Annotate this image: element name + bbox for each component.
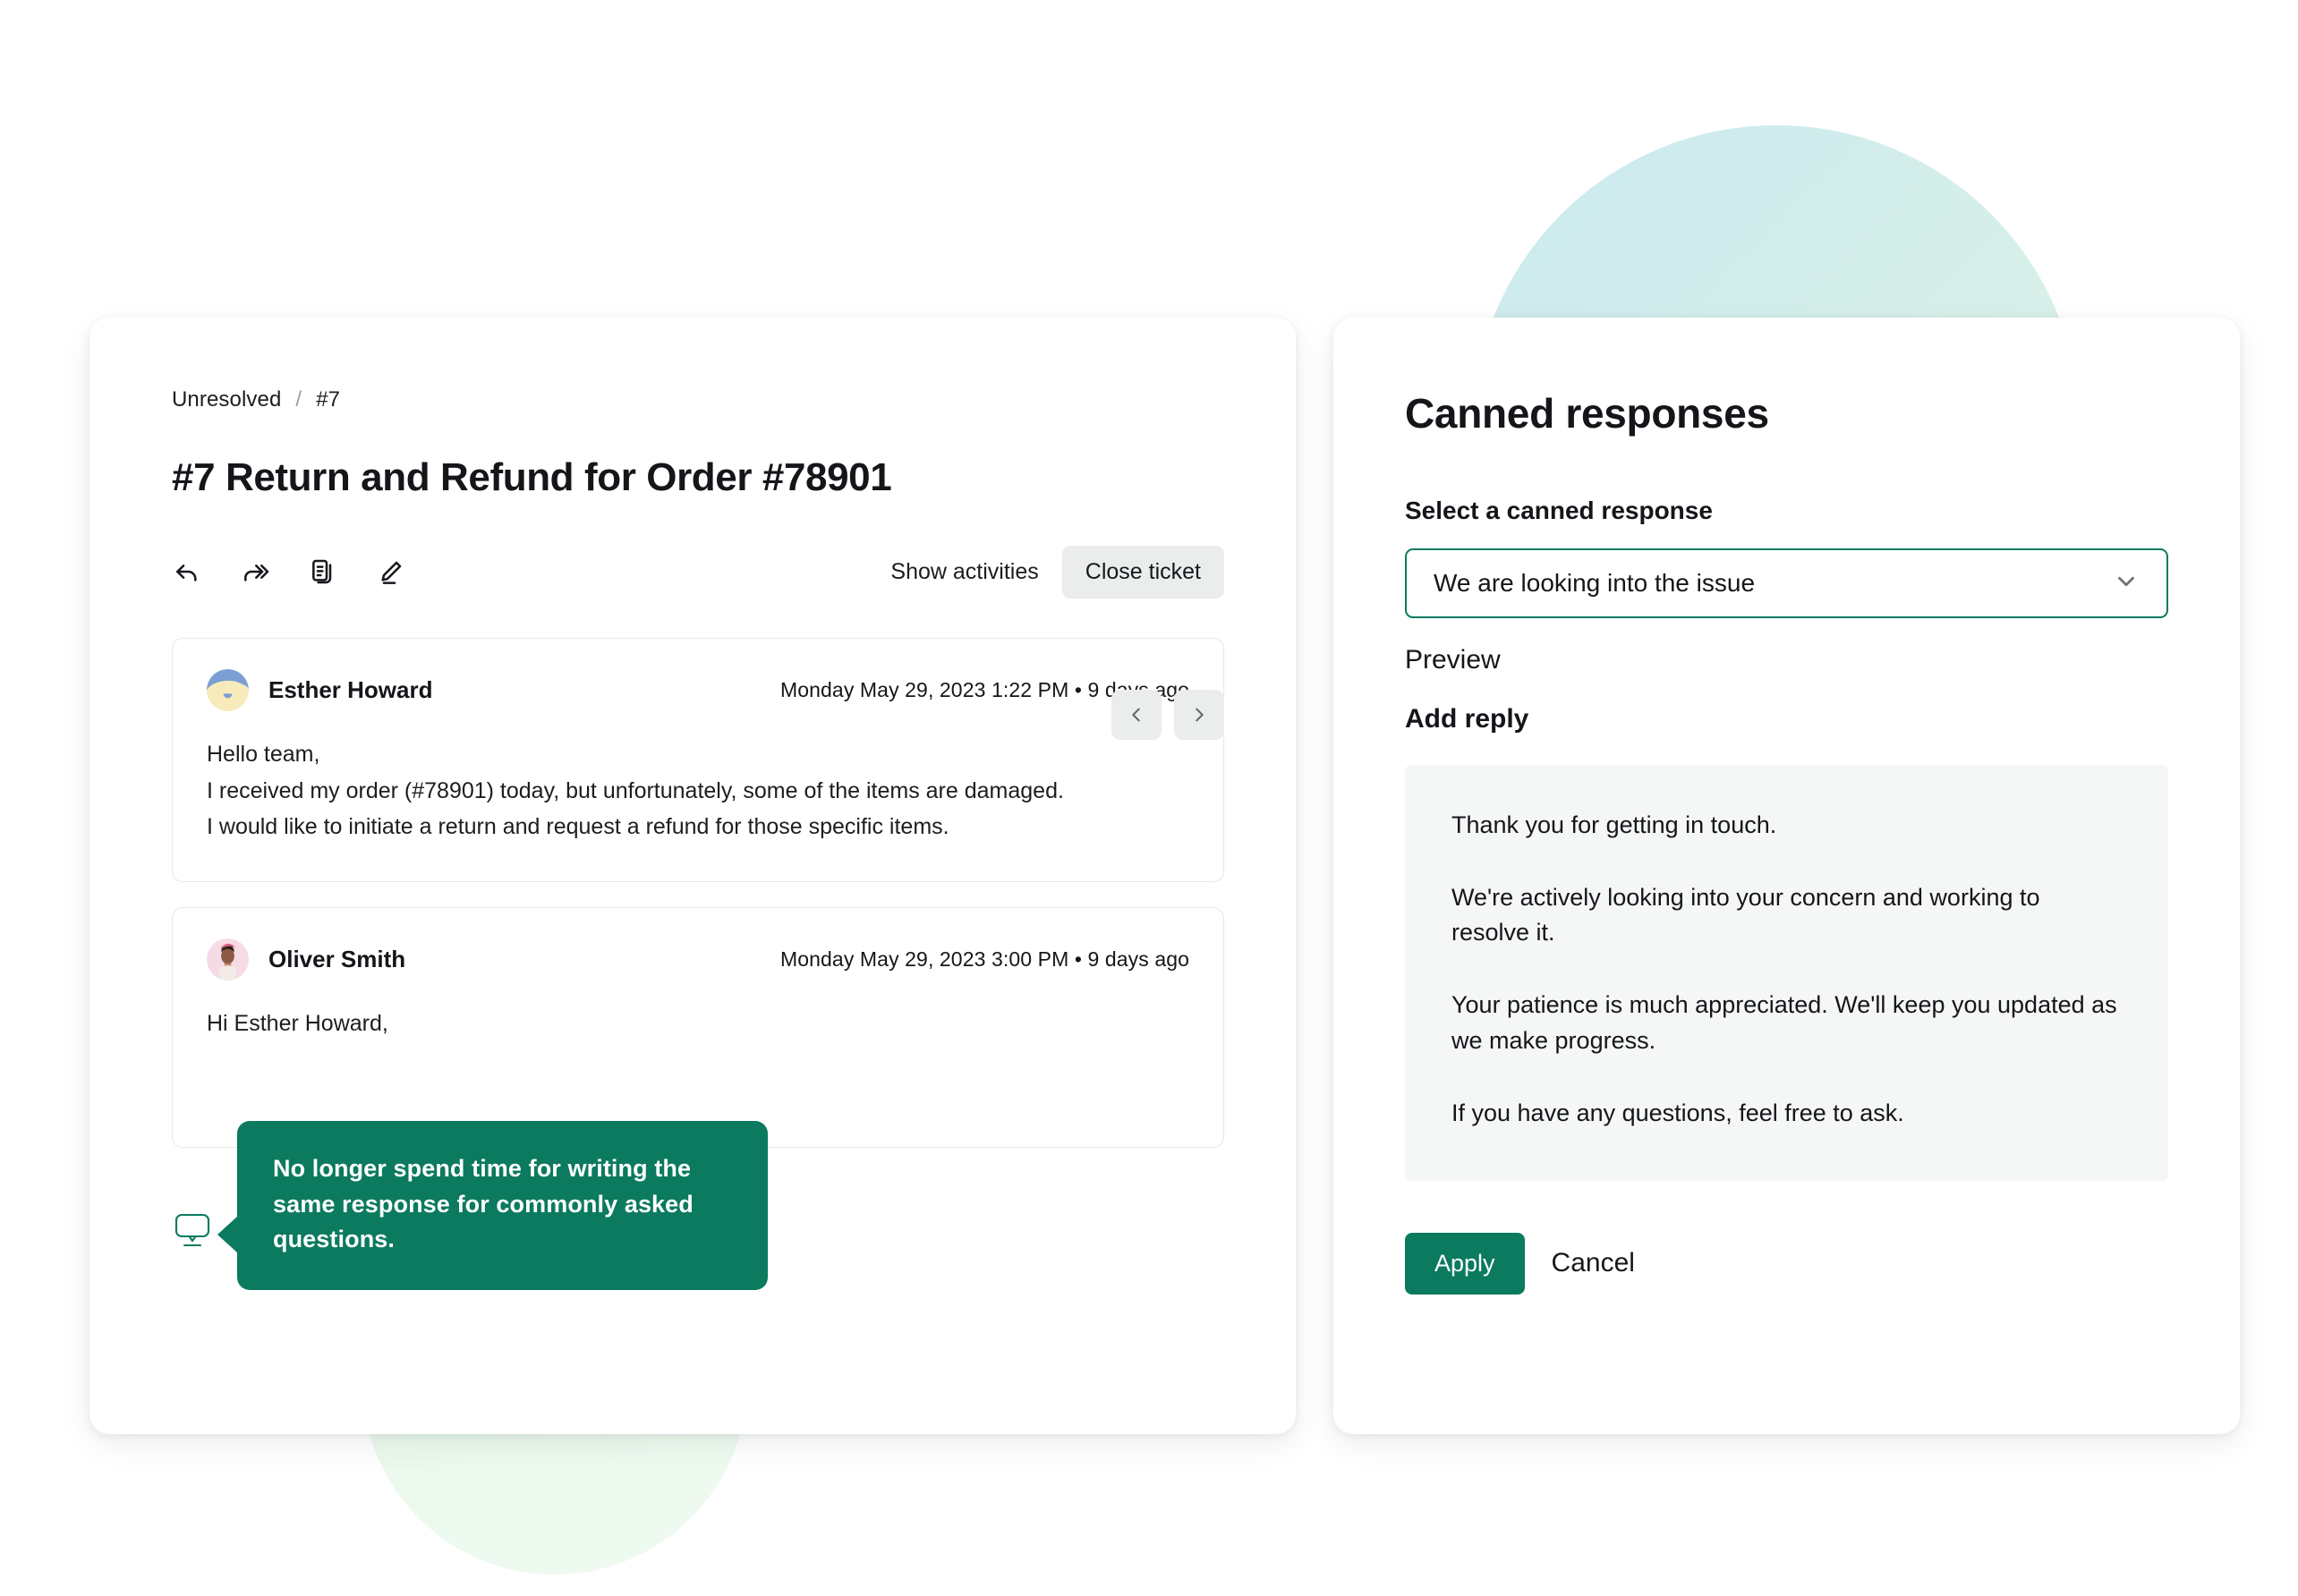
select-label: Select a canned response <box>1405 497 1713 524</box>
message-line: Hi Esther Howard, <box>207 1010 388 1036</box>
breadcrumb: Unresolved / #7 <box>172 387 1224 412</box>
message-line: I received my order (#78901) today, but … <box>207 777 1064 803</box>
callout-bubble: No longer spend time for writing the sam… <box>217 1121 768 1291</box>
close-ticket-button[interactable]: Close ticket <box>1061 545 1224 598</box>
reply-icon[interactable] <box>172 556 202 587</box>
edit-icon[interactable] <box>376 556 406 587</box>
duplicate-icon[interactable] <box>308 556 338 587</box>
breadcrumb-separator: / <box>295 387 302 412</box>
preview-paragraph: Thank you for getting in touch. <box>1451 811 1777 838</box>
reply-preview-box[interactable]: Thank you for getting in touch. We're ac… <box>1405 765 2168 1181</box>
cancel-button[interactable]: Cancel <box>1552 1248 1635 1278</box>
message-header: Oliver Smith Monday May 29, 2023 3:00 PM… <box>207 938 1189 981</box>
message-timestamp: Monday May 29, 2023 3:00 PM • 9 days ago <box>780 947 1189 971</box>
message-author: Oliver Smith <box>268 945 406 972</box>
chevron-right-icon[interactable] <box>1174 690 1224 740</box>
message-header: Esther Howard Monday May 29, 2023 1:22 P… <box>207 669 1189 711</box>
chevron-left-icon[interactable] <box>1111 690 1162 740</box>
panel-title: Canned responses <box>1405 390 1769 437</box>
preview-label: Preview <box>1405 645 1501 675</box>
message-body: Hi Esther Howard, <box>207 1006 1189 1042</box>
message-item: Esther Howard Monday May 29, 2023 1:22 P… <box>172 638 1224 882</box>
canned-responses-panel: Canned responses Select a canned respons… <box>1333 318 2240 1434</box>
panel-actions: Apply Cancel <box>1405 1232 2168 1295</box>
preview-paragraph: Your patience is much appreciated. We'll… <box>1451 991 2117 1054</box>
message-body: Hello team, I received my order (#78901)… <box>207 736 1189 845</box>
message-list: Esther Howard Monday May 29, 2023 1:22 P… <box>172 638 1224 1148</box>
callout-tooltip: No longer spend time for writing the sam… <box>172 1121 768 1291</box>
chevron-down-icon <box>2113 568 2140 599</box>
show-activities-link[interactable]: Show activities <box>890 559 1038 585</box>
preview-paragraph: If you have any questions, feel free to … <box>1451 1099 1904 1126</box>
avatar <box>207 938 249 981</box>
apply-button[interactable]: Apply <box>1405 1232 1525 1295</box>
breadcrumb-ticket-id[interactable]: #7 <box>316 387 340 412</box>
page-title: #7 Return and Refund for Order #78901 <box>172 455 892 499</box>
monitor-icon <box>172 1209 213 1250</box>
message-line: Hello team, <box>207 742 320 767</box>
breadcrumb-status[interactable]: Unresolved <box>172 387 281 412</box>
add-reply-label: Add reply <box>1405 704 1529 734</box>
preview-paragraph: We're actively looking into your concern… <box>1451 884 2040 947</box>
forward-icon[interactable] <box>240 556 270 587</box>
ticket-navigation <box>1111 690 1224 740</box>
message-item: Oliver Smith Monday May 29, 2023 3:00 PM… <box>172 906 1224 1148</box>
message-author: Esther Howard <box>268 676 433 703</box>
canned-response-select[interactable]: We are looking into the issue <box>1405 548 2168 618</box>
callout-text: No longer spend time for writing the sam… <box>273 1155 694 1253</box>
message-line: I would like to initiate a return and re… <box>207 814 949 839</box>
ticket-toolbar: Show activities Close ticket <box>172 545 1224 598</box>
selected-response-value: We are looking into the issue <box>1434 569 1756 597</box>
avatar <box>207 669 249 711</box>
